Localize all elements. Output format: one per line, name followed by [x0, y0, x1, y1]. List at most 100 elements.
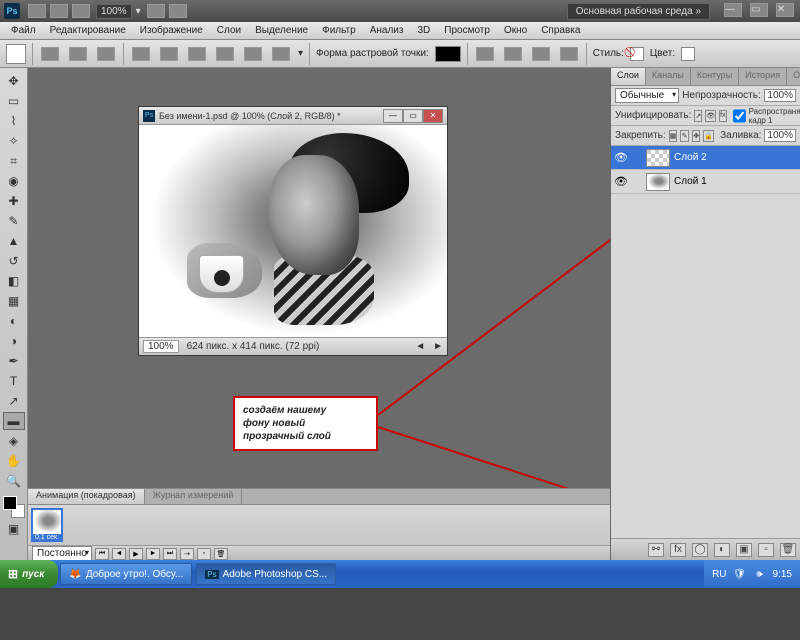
zoom-tool-button[interactable] — [169, 4, 187, 18]
tab-measurements[interactable]: Журнал измерений — [145, 489, 243, 504]
menu-edit[interactable]: Редактирование — [43, 25, 133, 36]
shape-arrow-down-icon[interactable]: ▾ — [298, 48, 303, 59]
zoom-level[interactable]: 100% — [96, 4, 132, 19]
move-tool[interactable]: ✥ — [3, 72, 25, 90]
shape-line-button[interactable] — [244, 47, 262, 61]
tween-button[interactable]: ⇢ — [180, 548, 194, 560]
type-tool[interactable]: T — [3, 372, 25, 390]
tab-actions[interactable]: Операции — [787, 68, 800, 85]
dodge-tool[interactable]: ◑ — [3, 332, 25, 350]
opacity-field[interactable]: 100% — [764, 89, 796, 102]
layer-name[interactable]: Слой 1 — [674, 176, 707, 187]
lock-position-button[interactable]: ✥ — [692, 130, 701, 142]
combine-add-button[interactable] — [476, 47, 494, 61]
shape-ellipse-button[interactable] — [188, 47, 206, 61]
bridge-button[interactable] — [28, 4, 46, 18]
crop-tool[interactable]: ⌗ — [3, 152, 25, 170]
blur-tool[interactable]: ◐ — [3, 312, 25, 330]
blend-mode-select[interactable]: Обычные — [615, 88, 679, 103]
shape-polygon-button[interactable] — [216, 47, 234, 61]
gradient-tool[interactable]: ▦ — [3, 292, 25, 310]
mb-button[interactable] — [50, 4, 68, 18]
fill-pixels-button[interactable] — [97, 47, 115, 61]
shape-rrect-button[interactable] — [160, 47, 178, 61]
history-brush-tool[interactable]: ↺ — [3, 252, 25, 270]
unify-visibility-button[interactable]: 👁 — [705, 110, 716, 122]
delete-frame-button[interactable]: 🗑 — [214, 548, 228, 560]
lock-transparency-button[interactable]: ▦ — [669, 130, 678, 142]
prev-frame-button[interactable]: ◄ — [112, 548, 126, 560]
menu-view[interactable]: Просмотр — [437, 25, 497, 36]
start-button[interactable]: пуск — [0, 560, 58, 588]
stamp-tool[interactable]: ▲ — [3, 232, 25, 250]
layer-thumbnail[interactable] — [646, 173, 670, 191]
color-swatches[interactable] — [3, 496, 25, 518]
document-canvas[interactable] — [139, 125, 447, 337]
menu-select[interactable]: Выделение — [248, 25, 315, 36]
zoom-dropdown-icon[interactable]: ▾ — [136, 6, 141, 17]
screen-mode-button[interactable] — [72, 4, 90, 18]
layer-row[interactable]: 👁 Слой 2 — [611, 146, 800, 170]
loop-selector[interactable]: Постоянно — [32, 546, 92, 560]
document-titlebar[interactable]: Ps Без имени-1.psd @ 100% (Слой 2, RGB/8… — [139, 107, 447, 125]
first-frame-button[interactable]: ⏮ — [95, 548, 109, 560]
lock-all-button[interactable]: 🔒 — [703, 130, 714, 142]
clock[interactable]: 9:15 — [773, 569, 792, 580]
workspace-switcher[interactable]: Основная рабочая среда » — [567, 3, 710, 20]
doc-scroll-left-icon[interactable]: ◄ — [415, 341, 425, 352]
new-frame-button[interactable]: ▫ — [197, 548, 211, 560]
custom-shape-picker[interactable] — [435, 46, 461, 62]
heal-tool[interactable]: ✚ — [3, 192, 25, 210]
tray-sound-icon[interactable]: 🕪 — [753, 567, 767, 581]
style-picker[interactable]: ⃠ — [630, 47, 644, 61]
animation-frame[interactable]: 0,1 сек. — [31, 508, 63, 542]
tab-history[interactable]: История — [739, 68, 787, 85]
language-indicator[interactable]: RU — [712, 569, 726, 580]
frame-duration[interactable]: 0,1 сек. — [33, 534, 61, 542]
tab-paths[interactable]: Контуры — [691, 68, 739, 85]
propagate-checkbox[interactable] — [733, 109, 746, 123]
quickmask-button[interactable]: ▣ — [3, 520, 25, 538]
menu-analysis[interactable]: Анализ — [363, 25, 411, 36]
taskbar-item[interactable]: PsAdobe Photoshop CS... — [196, 563, 336, 585]
doc-scroll-right-icon[interactable]: ► — [433, 341, 443, 352]
marquee-tool[interactable]: ▭ — [3, 92, 25, 110]
fill-field[interactable]: 100% — [764, 129, 796, 142]
menu-help[interactable]: Справка — [534, 25, 587, 36]
taskbar-item[interactable]: 🦊Доброе утро!. Обсу... — [60, 563, 192, 585]
paths-button[interactable] — [69, 47, 87, 61]
next-frame-button[interactable]: ► — [146, 548, 160, 560]
brush-tool[interactable]: ✎ — [3, 212, 25, 230]
combine-intersect-button[interactable] — [532, 47, 550, 61]
document-minimize-button[interactable]: — — [383, 109, 403, 123]
shape-custom-button[interactable] — [272, 47, 290, 61]
layer-row[interactable]: 👁 Слой 1 — [611, 170, 800, 194]
combine-exclude-button[interactable] — [560, 47, 578, 61]
shape-rect-button[interactable] — [132, 47, 150, 61]
layer-name[interactable]: Слой 2 — [674, 152, 707, 163]
tray-shield-icon[interactable]: 🛡 — [733, 567, 747, 581]
tab-animation[interactable]: Анимация (покадровая) — [28, 489, 145, 504]
window-maximize-button[interactable]: ▭ — [750, 3, 768, 17]
link-layers-button[interactable]: ⚯ — [648, 543, 664, 557]
canvas-area[interactable]: Ps Без имени-1.psd @ 100% (Слой 2, RGB/8… — [28, 68, 610, 560]
layer-thumbnail[interactable] — [646, 149, 670, 167]
delete-layer-button[interactable]: 🗑 — [780, 543, 796, 557]
wand-tool[interactable]: ✧ — [3, 132, 25, 150]
document-zoom[interactable]: 100% — [143, 340, 179, 353]
eraser-tool[interactable]: ◧ — [3, 272, 25, 290]
path-tool[interactable]: ↗ — [3, 392, 25, 410]
eyedropper-tool[interactable]: ◉ — [3, 172, 25, 190]
tab-channels[interactable]: Каналы — [646, 68, 691, 85]
window-minimize-button[interactable]: — — [724, 3, 742, 17]
visibility-toggle[interactable]: 👁 — [614, 151, 628, 165]
menu-filter[interactable]: Фильтр — [315, 25, 363, 36]
new-layer-button[interactable]: ▫ — [758, 543, 774, 557]
document-close-button[interactable]: ✕ — [423, 109, 443, 123]
menu-3d[interactable]: 3D — [410, 25, 437, 36]
layer-mask-button[interactable]: ◯ — [692, 543, 708, 557]
window-close-button[interactable]: ✕ — [776, 3, 794, 17]
shape-layers-button[interactable] — [41, 47, 59, 61]
unify-position-button[interactable]: ↗ — [694, 110, 702, 122]
color-picker[interactable] — [681, 47, 695, 61]
